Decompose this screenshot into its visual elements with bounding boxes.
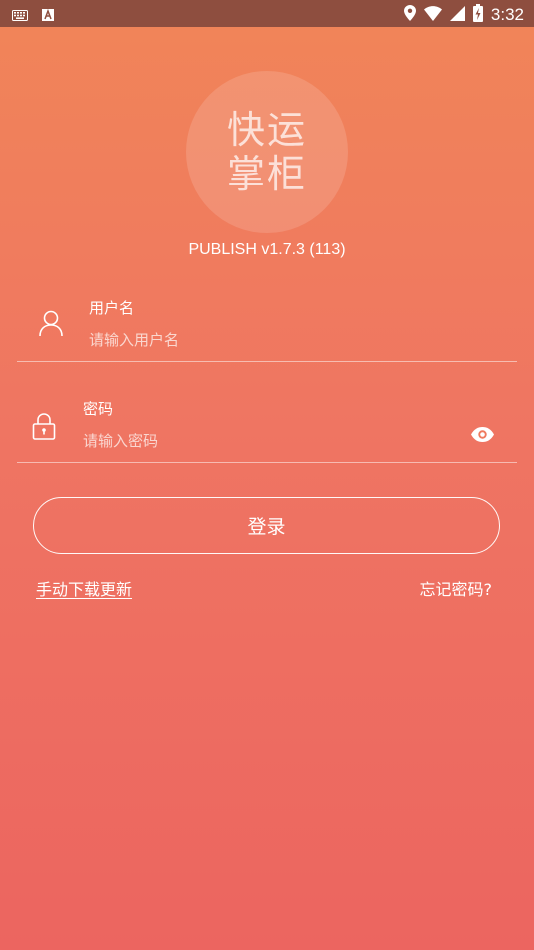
lock-icon [32,412,56,444]
username-label: 用户名 [89,299,135,317]
login-button[interactable]: 登录 [33,497,500,554]
signal-icon [449,5,465,25]
login-button-label: 登录 [247,516,286,538]
battery-charging-icon [472,4,483,26]
status-time: 3:32 [490,5,524,24]
status-bar: 3:32 [0,0,534,27]
font-a-icon [42,6,54,25]
status-bar-right: 3:32 [403,4,524,26]
password-input[interactable] [83,430,453,452]
version-label: PUBLISH v1.7.3 (113) [188,241,346,258]
forgot-password-link[interactable]: 忘记密码? [420,576,493,600]
show-password-eye-icon[interactable] [470,426,495,447]
app-logo-line1: 快运 [226,108,307,152]
username-input[interactable] [89,329,509,351]
location-icon [403,5,416,25]
username-divider [17,361,517,362]
keyboard-icon [12,6,28,25]
manual-update-link[interactable]: 手动下载更新 [36,576,132,600]
status-bar-left [12,6,54,25]
password-label: 密码 [83,400,114,418]
password-divider [17,462,517,463]
app-logo: 快运 掌柜 [186,71,348,233]
app-logo-line2: 掌柜 [226,152,307,196]
wifi-icon [423,5,442,25]
app-logo-text: 快运 掌柜 [222,108,312,196]
user-icon [38,309,64,341]
